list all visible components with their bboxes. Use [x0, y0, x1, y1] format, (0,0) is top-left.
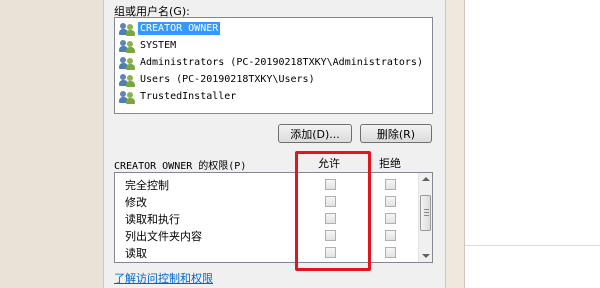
background-divider	[465, 245, 600, 246]
users-icon	[119, 22, 135, 36]
list-item-system[interactable]: SYSTEM	[119, 37, 178, 54]
list-item-label: Users (PC-20190218TXKY\Users)	[140, 74, 315, 85]
permission-row-modify: 修改	[125, 193, 147, 210]
security-dialog: 组或用户名(G): CREATOR OWNER SYSTEM Administr…	[104, 0, 445, 288]
permission-row-full-control: 完全控制	[125, 176, 169, 193]
scroll-down-arrow-icon[interactable]	[422, 254, 430, 258]
list-item-label: TrustedInstaller	[140, 91, 237, 102]
list-item-label: SYSTEM	[140, 40, 177, 51]
list-item-label: Administrators (PC-20190218TXKY\Administ…	[140, 57, 423, 68]
deny-checkbox-modify[interactable]	[385, 196, 396, 207]
list-item-creator-owner[interactable]: CREATOR OWNER	[119, 20, 222, 37]
scrollbar-thumb[interactable]	[420, 195, 431, 231]
permission-name: 修改	[125, 195, 147, 209]
deny-checkbox-read-execute[interactable]	[385, 213, 396, 224]
users-icon	[119, 73, 135, 87]
list-item-administrators[interactable]: Administrators (PC-20190218TXKY\Administ…	[119, 54, 425, 71]
users-icon	[119, 56, 135, 70]
learn-access-control-link[interactable]: 了解访问控制和权限	[114, 270, 213, 286]
grip-line	[424, 209, 429, 210]
background-window-frame-left	[0, 0, 104, 288]
remove-button[interactable]: 删除(R)	[360, 124, 432, 143]
permission-name: 读取和执行	[125, 212, 180, 226]
list-item-users[interactable]: Users (PC-20190218TXKY\Users)	[119, 71, 317, 88]
permission-row-read: 读取	[125, 244, 147, 261]
allow-column-highlight-box	[295, 151, 371, 271]
scroll-up-arrow-icon[interactable]	[422, 177, 430, 181]
permission-row-read-execute: 读取和执行	[125, 210, 180, 227]
permissions-label: CREATOR OWNER 的权限(P)	[114, 161, 247, 172]
deny-checkbox-list-folder[interactable]	[385, 230, 396, 241]
dialog-frame-right	[445, 0, 465, 288]
list-item-trustedinstaller[interactable]: TrustedInstaller	[119, 88, 238, 105]
add-button[interactable]: 添加(D)...	[278, 124, 352, 143]
grip-line	[424, 212, 429, 213]
permission-row-list-folder: 列出文件夹内容	[125, 227, 202, 244]
list-item-label: CREATOR OWNER	[136, 21, 222, 36]
grip-line	[424, 215, 429, 216]
users-icon	[119, 90, 135, 104]
permission-name: 列出文件夹内容	[125, 229, 202, 243]
permissions-scrollbar[interactable]	[418, 173, 432, 262]
users-icon	[119, 39, 135, 53]
deny-checkbox-full-control[interactable]	[385, 179, 396, 190]
deny-column-header: 拒绝	[379, 157, 401, 170]
permission-name: 完全控制	[125, 178, 169, 192]
group-user-listbox[interactable]: CREATOR OWNER SYSTEM Administrators (PC-…	[114, 17, 433, 114]
permission-name: 读取	[125, 246, 147, 260]
permissions-list: 完全控制 修改 读取和执行 列出文件夹内容 读取	[114, 172, 433, 263]
deny-checkbox-read[interactable]	[385, 247, 396, 258]
